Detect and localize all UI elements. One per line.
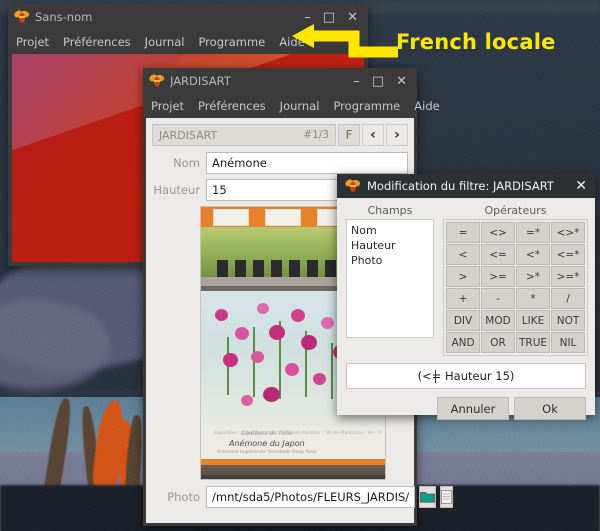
close-icon[interactable]: ✕ [575, 179, 587, 193]
main-window-menubar[interactable]: Projet Préférences Journal Programme Aid… [8, 30, 368, 54]
photo-field-row: Photo /mnt/sda5/Photos/FLEURS_JARDIS/ [152, 486, 454, 508]
photo-poster-caption: Couleurs de l'été Anémone du Japon Anemo… [201, 427, 385, 459]
filter-dialog[interactable]: Modification du filtre: JARDISART ✕ Cham… [337, 174, 595, 420]
menu-item-journal[interactable]: Journal [145, 35, 185, 49]
main-window-title: Sans-nom [35, 10, 93, 24]
folder-icon [420, 492, 436, 503]
operator-button[interactable]: OR [481, 332, 515, 353]
operator-button[interactable]: DIV [446, 310, 480, 331]
browse-folder-button[interactable] [419, 486, 437, 508]
operator-button[interactable]: < [446, 244, 480, 265]
previous-record-button[interactable]: ‹ [362, 124, 384, 146]
operator-button[interactable]: <=* [551, 244, 585, 265]
fields-group: Champs Nom Hauteur Photo [346, 204, 434, 356]
table-name-label: JARDISART [159, 128, 218, 142]
operator-button[interactable]: >= [481, 266, 515, 287]
list-item[interactable]: Photo [351, 253, 429, 268]
maximize-button[interactable]: □ [372, 75, 384, 88]
record-navigation-bar: JARDISART #1/3 F ‹ › [152, 124, 408, 146]
menu-item-programme[interactable]: Programme [333, 99, 400, 113]
operator-button[interactable]: * [516, 288, 550, 309]
operator-button[interactable]: >* [516, 266, 550, 287]
operator-button[interactable]: =* [516, 222, 550, 243]
operator-button[interactable]: <> [481, 222, 515, 243]
menu-item-journal[interactable]: Journal [280, 99, 320, 113]
poster-caption-line2: Anémone du Japon [229, 439, 305, 448]
menu-item-aide[interactable]: Aide [279, 35, 304, 49]
filter-button[interactable]: F [338, 124, 360, 146]
operator-button[interactable]: TRUE [516, 332, 550, 353]
minimize-button[interactable]: – [353, 75, 360, 88]
text-cursor [434, 369, 436, 383]
bee-icon [13, 9, 30, 23]
filter-expression-input[interactable]: (<= Hauteur 15) [346, 363, 586, 389]
operator-button[interactable]: >=* [551, 266, 585, 287]
close-button[interactable]: ✕ [396, 75, 407, 88]
next-record-button[interactable]: › [386, 124, 408, 146]
menu-item-preferences[interactable]: Préférences [63, 35, 131, 49]
table-name-display: JARDISART #1/3 [152, 124, 336, 146]
record-index: #1/3 [303, 129, 329, 141]
list-item[interactable]: Hauteur [351, 238, 429, 253]
operator-button[interactable]: LIKE [516, 310, 550, 331]
list-item[interactable]: Nom [351, 223, 429, 238]
operator-button[interactable]: / [551, 288, 585, 309]
photo-gravel [201, 465, 385, 475]
operator-button[interactable]: AND [446, 332, 480, 353]
filter-dialog-title: Modification du filtre: JARDISART [367, 179, 554, 193]
record-window-menubar[interactable]: Projet Préférences Journal Programme Aid… [143, 94, 440, 118]
operator-button[interactable]: <>* [551, 222, 585, 243]
fields-group-label: Champs [367, 204, 413, 217]
operators-group-label: Opérateurs [484, 204, 547, 217]
maximize-button[interactable]: □ [323, 11, 335, 24]
field-label-photo: Photo [167, 490, 200, 504]
open-document-button[interactable] [440, 486, 454, 508]
cancel-button[interactable]: Annuler [437, 397, 509, 420]
record-window-title: JARDISART [170, 74, 231, 88]
record-window-titlebar[interactable]: JARDISART – □ ✕ [143, 68, 417, 94]
field-label-nom: Nom [173, 156, 200, 170]
field-row-nom: Nom Anémone [152, 152, 408, 174]
operator-button[interactable]: NIL [551, 332, 585, 353]
operator-button[interactable]: <= [481, 244, 515, 265]
field-input-photo[interactable]: /mnt/sda5/Photos/FLEURS_JARDIS/ [206, 486, 416, 508]
operator-button[interactable]: - [481, 288, 515, 309]
minimize-button[interactable]: – [304, 11, 311, 24]
filter-dialog-titlebar[interactable]: Modification du filtre: JARDISART ✕ [337, 174, 595, 198]
poster-caption-right: Exposition : soleil Floraison : mi-saiso… [213, 431, 381, 436]
operator-button[interactable]: = [446, 222, 480, 243]
poster-caption-line3: Anemone hupehensis 'Annabelle Deep Rose' [217, 450, 318, 455]
filter-dialog-body: Champs Nom Hauteur Photo Opérateurs = <>… [337, 198, 595, 428]
operator-button[interactable]: MOD [481, 310, 515, 331]
menu-item-programme[interactable]: Programme [198, 35, 265, 49]
menu-item-projet[interactable]: Projet [151, 99, 184, 113]
main-window-titlebar[interactable]: Sans-nom – □ ✕ [8, 4, 368, 30]
menu-item-aide[interactable]: Aide [414, 99, 439, 113]
bee-icon [148, 73, 165, 87]
photo-floor [201, 475, 385, 479]
document-icon [441, 490, 453, 504]
operator-button[interactable]: + [446, 288, 480, 309]
ok-button[interactable]: Ok [514, 397, 586, 420]
field-label-hauteur: Hauteur [153, 183, 200, 197]
operator-button[interactable]: > [446, 266, 480, 287]
operator-button[interactable]: <* [516, 244, 550, 265]
menu-item-preferences[interactable]: Préférences [198, 99, 266, 113]
field-input-nom[interactable]: Anémone [206, 152, 408, 174]
menu-item-projet[interactable]: Projet [16, 35, 49, 49]
bee-icon [344, 178, 361, 192]
operators-grid: = <> =* <>* < <= <* <=* > >= >* >=* + - … [443, 219, 588, 356]
filter-expression-value: (<= Hauteur 15) [417, 369, 515, 383]
close-button[interactable]: ✕ [347, 11, 358, 24]
operators-group: Opérateurs = <> =* <>* < <= <* <=* > >= … [443, 204, 588, 356]
operator-button[interactable]: NOT [551, 310, 585, 331]
fields-list[interactable]: Nom Hauteur Photo [346, 219, 434, 338]
